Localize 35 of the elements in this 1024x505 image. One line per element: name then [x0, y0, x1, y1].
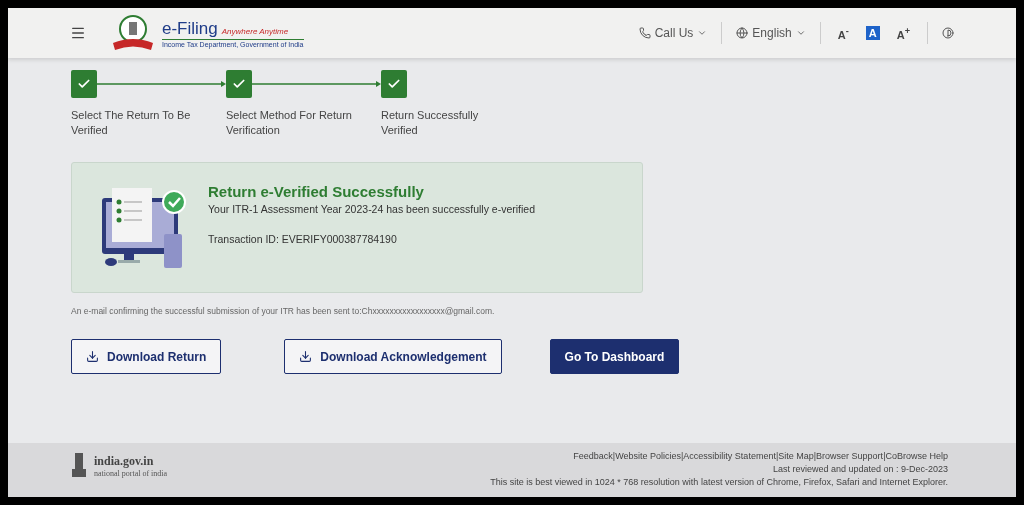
logo-tagline: Anywhere Anytime — [221, 26, 289, 36]
email-note: An e-mail confirming the successful submission of your ITR has been sent to:Chxxxxxxxxxxxxxxxxx@gmail.com. — [71, 306, 496, 316]
portal-subtitle: national portal of india — [94, 469, 168, 478]
footer-link[interactable]: |Browser Support — [813, 451, 884, 461]
footer-link[interactable]: |Site Map — [775, 451, 814, 461]
text-size-button[interactable]: A$^{-}$ — [834, 24, 852, 42]
chevron-down-icon — [795, 28, 806, 38]
text-size-button[interactable]: A — [865, 26, 880, 40]
language-dropdown[interactable]: English — [736, 26, 806, 40]
step-label: Return Successfully Verified — [381, 108, 480, 138]
footer-link[interactable]: Feedback — [573, 451, 613, 461]
download-button[interactable]: Download Return — [71, 339, 222, 374]
last-updated: Last reviewed and updated on : 9-Dec-2023 — [772, 464, 948, 474]
dashboard-button[interactable]: Go To Dashboard — [549, 339, 680, 374]
phone-icon — [638, 27, 651, 39]
step-label: Select The Return To Be Verified — [71, 108, 192, 138]
portal-name: india.gov.in — [94, 454, 155, 469]
success-message: Your ITR-1 Assessment Year 2023-24 has been successfully e-verified — [208, 202, 536, 215]
transaction-id: Transaction ID: EVERIFY000387784190 — [208, 232, 398, 245]
step-label: Select Method For Return Verification — [226, 108, 353, 138]
footer-link[interactable]: |CoBrowse Help — [883, 451, 948, 461]
logo-title: e-Filing — [162, 18, 218, 38]
call-us-dropdown[interactable]: Call Us — [638, 26, 708, 40]
download-icon — [299, 350, 313, 363]
globe-icon — [736, 27, 749, 39]
download-button[interactable]: Download Acknowledgement — [284, 339, 502, 374]
download-icon — [86, 350, 99, 363]
chevron-down-icon — [697, 28, 708, 38]
contrast-icon[interactable] — [942, 27, 954, 39]
browser-note: This site is best viewed in 1024 * 768 resolution with latest version of Chrome, Firefox, Safari and Internet Explorer. — [490, 477, 948, 487]
footer-link[interactable]: |Accessibility Statement — [681, 451, 776, 461]
text-size-button[interactable]: A$^{+}$ — [893, 24, 913, 42]
menu-icon[interactable] — [70, 25, 86, 41]
success-title: Return e-Verified Successfully — [208, 182, 425, 200]
footer-link[interactable]: |Website Policies — [612, 451, 681, 461]
